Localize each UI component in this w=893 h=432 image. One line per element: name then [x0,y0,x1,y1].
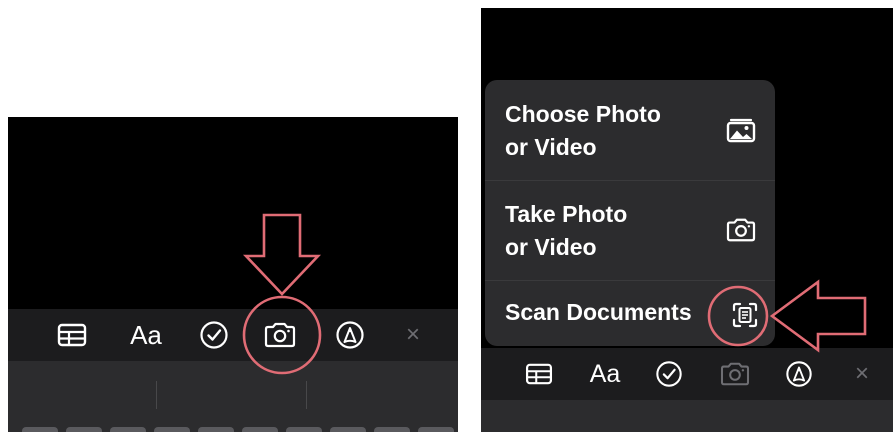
markup-pen-icon [336,321,364,349]
close-button[interactable]: × [847,348,877,400]
menu-item-label: Choose Photo or Video [505,101,661,160]
markup-button[interactable] [330,309,370,361]
keyboard-key[interactable] [374,427,410,432]
camera-icon [264,322,296,348]
checklist-button[interactable] [651,348,687,400]
table-icon [57,323,87,347]
left-screenshot-panel: Aa × [8,117,458,432]
text-format-button[interactable]: Aa [581,348,629,400]
table-button[interactable] [50,309,94,361]
keyboard-key[interactable] [22,427,58,432]
menu-item-label: Scan Documents [505,299,692,325]
keyboard-key[interactable] [66,427,102,432]
menu-item-choose-photo[interactable]: Choose Photo or Video [485,80,775,181]
keyboard-suggestion-divider [306,381,307,409]
table-icon [525,363,553,385]
table-button[interactable] [519,348,559,400]
text-format-button[interactable]: Aa [120,309,172,361]
keyboard-area [481,400,893,432]
close-icon: × [405,321,420,348]
notes-toolbar: Aa × [8,309,458,361]
menu-item-icon-wrap [725,116,757,149]
menu-item-take-photo[interactable]: Take Photo or Video [485,180,775,281]
keyboard-key-row [16,427,458,432]
checklist-button[interactable] [194,309,234,361]
text-format-icon: Aa [130,319,162,350]
menu-item-label: Take Photo or Video [505,201,628,260]
text-format-icon: Aa [589,359,621,388]
menu-item-icon-wrap [725,217,757,248]
camera-icon [726,218,756,242]
checklist-icon [200,321,228,349]
keyboard-key[interactable] [154,427,190,432]
keyboard-area [8,361,458,432]
document-scan-icon [732,302,758,328]
camera-button[interactable] [260,309,300,361]
photo-library-icon [726,118,756,143]
right-screenshot-panel: Choose Photo or Video Take Photo or Vide… [481,8,893,432]
camera-popup-menu: Choose Photo or Video Take Photo or Vide… [485,80,775,346]
keyboard-suggestion-divider [156,381,157,409]
keyboard-key[interactable] [418,427,454,432]
checklist-icon [656,361,682,387]
keyboard-key[interactable] [330,427,366,432]
close-icon: × [854,360,869,387]
keyboard-key[interactable] [286,427,322,432]
close-button[interactable]: × [398,309,428,361]
markup-button[interactable] [781,348,817,400]
menu-item-icon-wrap [731,301,759,334]
menu-item-scan-documents[interactable]: Scan Documents [485,280,775,346]
keyboard-key[interactable] [242,427,278,432]
keyboard-key[interactable] [198,427,234,432]
camera-icon [720,362,750,386]
keyboard-key[interactable] [110,427,146,432]
markup-pen-icon [786,361,812,387]
notes-toolbar: Aa × [481,348,893,400]
camera-button[interactable] [715,348,755,400]
